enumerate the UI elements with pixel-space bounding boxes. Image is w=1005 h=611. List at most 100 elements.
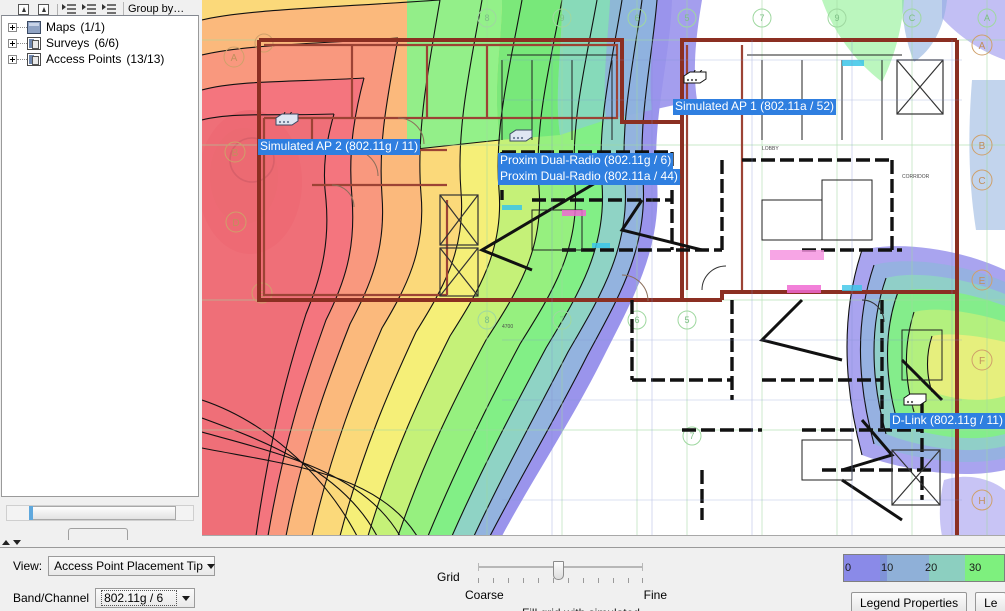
tree-connector xyxy=(17,26,27,28)
legend-button-group: Legend Properties Le xyxy=(851,592,1005,611)
legend-tick-labels: 0 10 20 30 xyxy=(843,554,1005,582)
project-tree[interactable]: Maps (1/1) Surveys (6/6) Access Points (… xyxy=(1,15,199,497)
fill-grid-checkbox-label: Fill grid with simulated values xyxy=(522,606,677,611)
list-indent-icon xyxy=(62,2,78,15)
legend-tick-label: 10 xyxy=(881,562,894,574)
signal-legend: 0 10 20 30 Legend Properties Le xyxy=(843,554,1005,611)
splitter-up-icon[interactable] xyxy=(2,540,10,545)
svg-text:LOBBY: LOBBY xyxy=(762,146,779,152)
svg-text:7: 7 xyxy=(759,13,764,23)
svg-text:C: C xyxy=(978,176,985,187)
fill-grid-checkbox-row[interactable]: Fill grid with simulated values xyxy=(505,606,677,611)
svg-text:6: 6 xyxy=(634,13,639,23)
svg-text:6: 6 xyxy=(634,315,639,325)
expander-icon[interactable] xyxy=(8,38,17,48)
tree-horizontal-scrollbar[interactable] xyxy=(6,505,194,521)
tree-toolbar: Group by… xyxy=(0,0,201,15)
ap-label-d-link[interactable]: D-Link (802.11g / 11) xyxy=(890,413,1005,429)
view-selector-row: View: Access Point Placement Tip xyxy=(13,556,216,576)
svg-text:D: D xyxy=(232,218,239,229)
list-view-3-button[interactable] xyxy=(101,0,119,15)
grid-resolution-control: Grid Coarse Fine Fill grid with simulate… xyxy=(437,554,677,611)
legend-tick-label: 30 xyxy=(969,562,982,574)
view-dropdown-value: Access Point Placement Tip xyxy=(54,559,203,573)
legend-properties-button[interactable]: Legend Properties xyxy=(851,592,968,611)
left-panel: Group by… Maps (1/1) Surveys (6/6) Acces… xyxy=(0,0,201,546)
grid-slider-thumb[interactable] xyxy=(553,561,564,580)
legend-tick-label: 0 xyxy=(845,562,852,574)
scrollbar-thumb-cap xyxy=(29,506,33,520)
grid-label: Grid xyxy=(437,570,460,584)
tree-item-count: (6/6) xyxy=(94,36,120,50)
band-channel-row: Band/Channel 802.11g / 6 xyxy=(13,588,196,608)
list-view-2-button[interactable] xyxy=(81,0,99,15)
ap-label-simulated-ap-1[interactable]: Simulated AP 1 (802.11a / 52) xyxy=(673,99,836,115)
access-point-device-icon[interactable] xyxy=(274,112,300,127)
collapse-box-icon xyxy=(37,3,49,15)
svg-text:H: H xyxy=(978,496,985,507)
ap-label-simulated-ap-2[interactable]: Simulated AP 2 (802.11g / 11) xyxy=(258,139,421,155)
collapse-all-button[interactable] xyxy=(34,0,52,15)
panel-splitter-arrows[interactable] xyxy=(2,538,26,547)
map-canvas[interactable]: 8 9 6 5 7 9 C A 8 7 6 5 7 A B D E A B C E F H LO… xyxy=(202,0,1005,536)
svg-text:7: 7 xyxy=(559,315,564,325)
svg-text:4700: 4700 xyxy=(502,324,513,330)
access-point-device-icon[interactable] xyxy=(682,70,708,85)
svg-text:8: 8 xyxy=(484,13,489,23)
grid-fine-label: Fine xyxy=(643,588,667,602)
tree-item-maps[interactable]: Maps (1/1) xyxy=(2,19,198,35)
svg-text:9: 9 xyxy=(559,13,564,23)
tree-item-label: Maps xyxy=(46,20,76,34)
expand-box-icon xyxy=(17,3,29,15)
svg-text:A: A xyxy=(979,41,986,52)
band-channel-dropdown[interactable]: 802.11g / 6 xyxy=(95,588,196,608)
tree-connector xyxy=(17,58,27,60)
svg-text:9: 9 xyxy=(834,13,839,23)
list-view-1-button[interactable] xyxy=(61,0,79,15)
legend-tick-label: 20 xyxy=(925,562,938,574)
access-point-device-icon[interactable] xyxy=(902,392,928,407)
band-channel-value: 802.11g / 6 xyxy=(101,590,178,606)
svg-text:8: 8 xyxy=(484,315,489,325)
toolbar-separator-2 xyxy=(123,2,124,15)
tree-item-count: (13/13) xyxy=(126,52,165,66)
svg-text:F: F xyxy=(979,356,985,367)
svg-text:B: B xyxy=(232,148,239,159)
view-label: View: xyxy=(13,559,43,573)
bottom-control-bar: View: Access Point Placement Tip Band/Ch… xyxy=(0,547,1005,611)
access-point-device-icon[interactable] xyxy=(508,128,534,143)
svg-text:A: A xyxy=(984,13,990,23)
ap-label-proxim-dual-radio-g[interactable]: Proxim Dual-Radio (802.11g / 6) xyxy=(498,153,674,169)
svg-text:5: 5 xyxy=(684,13,689,23)
list-flat-icon xyxy=(102,2,118,15)
tree-item-label: Access Points xyxy=(46,52,122,66)
svg-text:B: B xyxy=(979,141,986,152)
svg-text:E: E xyxy=(979,276,986,287)
tree-connector xyxy=(17,42,27,44)
group-by-label[interactable]: Group by… xyxy=(128,3,184,15)
scrollbar-thumb[interactable] xyxy=(30,506,176,520)
grid-coarse-label: Coarse xyxy=(465,588,504,602)
toolbar-separator-1 xyxy=(57,4,58,15)
splitter-down-icon[interactable] xyxy=(13,540,21,545)
tree-item-surveys[interactable]: Surveys (6/6) xyxy=(2,35,198,51)
expander-icon[interactable] xyxy=(8,22,17,32)
expand-all-button[interactable] xyxy=(14,0,32,15)
svg-text:A: A xyxy=(231,53,238,64)
chevron-down-icon[interactable] xyxy=(203,557,220,575)
svg-text:7: 7 xyxy=(689,431,694,441)
expander-icon[interactable] xyxy=(8,54,17,64)
list-group-icon xyxy=(82,2,98,15)
tree-item-count: (1/1) xyxy=(80,20,106,34)
panel-tab-stub[interactable] xyxy=(68,528,128,540)
band-channel-label: Band/Channel xyxy=(13,591,90,605)
tree-item-access-points[interactable]: Access Points (13/13) xyxy=(2,51,198,67)
view-dropdown[interactable]: Access Point Placement Tip xyxy=(48,556,216,576)
access-point-icon xyxy=(27,52,41,66)
chevron-down-icon[interactable] xyxy=(177,589,194,607)
legend-secondary-button[interactable]: Le xyxy=(975,592,1005,611)
svg-text:5: 5 xyxy=(684,315,689,325)
folder-icon xyxy=(27,20,41,34)
ap-label-proxim-dual-radio-a[interactable]: Proxim Dual-Radio (802.11a / 44) xyxy=(498,169,680,185)
tree-item-label: Surveys xyxy=(46,36,90,50)
